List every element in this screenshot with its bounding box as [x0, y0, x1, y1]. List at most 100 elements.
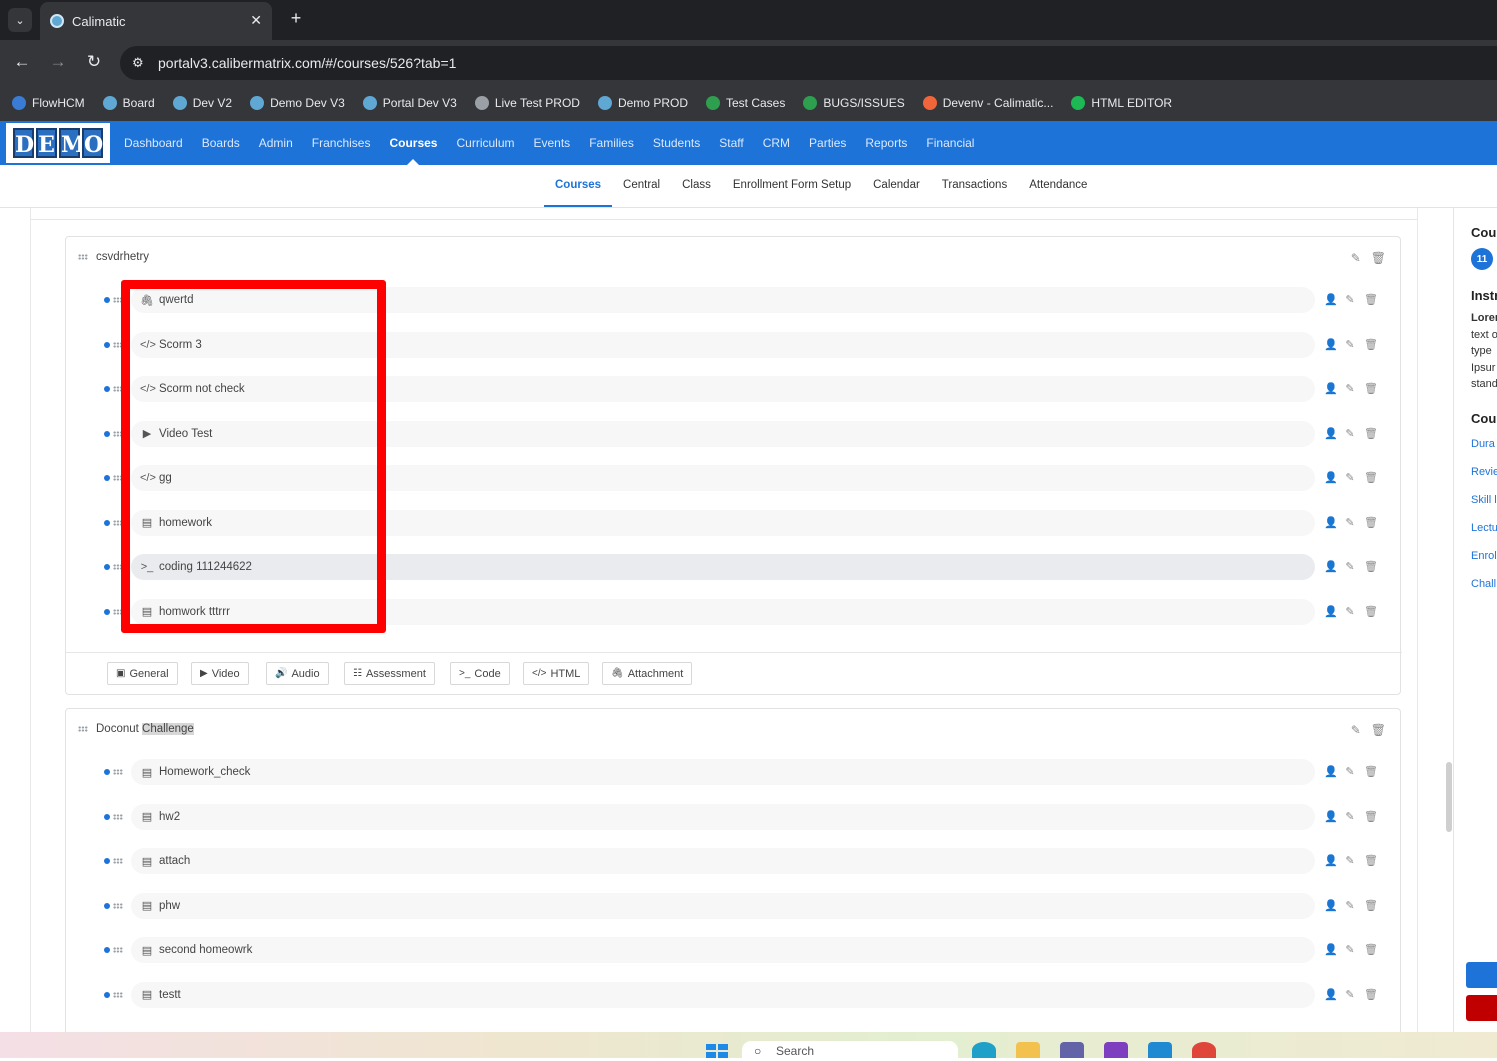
- lesson-item[interactable]: </> Scorm 3: [131, 331, 1315, 358]
- delete-icon[interactable]: 🗑: [1364, 560, 1378, 573]
- lesson-item[interactable]: 🖇 qwertd: [131, 287, 1315, 313]
- panel-link[interactable]: Dura: [1471, 438, 1495, 450]
- panel-primary-button[interactable]: [1466, 962, 1497, 988]
- nav-item-reports[interactable]: Reports: [865, 121, 907, 165]
- bookmark-9[interactable]: Devenv - Calimatic...: [922, 96, 1053, 110]
- edit-icon[interactable]: ✎: [1344, 293, 1356, 306]
- assign-user-icon[interactable]: 👤: [1324, 988, 1338, 1001]
- panel-delete-button[interactable]: [1466, 995, 1497, 1021]
- vscode-icon[interactable]: [1148, 1042, 1172, 1058]
- lesson-item[interactable]: </> gg: [131, 465, 1315, 491]
- add-attachment-button[interactable]: 🖇 Attachment: [602, 662, 693, 685]
- assign-user-icon[interactable]: 👤: [1324, 854, 1338, 867]
- drag-handle-icon[interactable]: [113, 297, 123, 303]
- lesson-item[interactable]: ▤ phw: [131, 892, 1315, 919]
- subnav-tab-central[interactable]: Central: [612, 165, 671, 207]
- delete-icon[interactable]: 🗑: [1364, 427, 1378, 440]
- edit-icon[interactable]: ✎: [1344, 382, 1356, 395]
- delete-icon[interactable]: 🗑: [1364, 810, 1378, 823]
- edit-icon[interactable]: ✎: [1344, 516, 1356, 529]
- subnav-tab-attendance[interactable]: Attendance: [1018, 165, 1098, 207]
- edit-icon[interactable]: ✎: [1344, 988, 1356, 1001]
- assign-user-icon[interactable]: 👤: [1324, 427, 1338, 440]
- assign-user-icon[interactable]: 👤: [1324, 293, 1338, 306]
- assign-user-icon[interactable]: 👤: [1324, 765, 1338, 778]
- drag-handle-icon[interactable]: [78, 254, 88, 260]
- edit-icon[interactable]: ✎: [1344, 471, 1356, 484]
- scrollbar-thumb[interactable]: [1446, 762, 1452, 832]
- delete-icon[interactable]: 🗑: [1364, 471, 1378, 484]
- subnav-tab-transactions[interactable]: Transactions: [931, 165, 1018, 207]
- nav-item-crm[interactable]: CRM: [763, 121, 790, 165]
- drag-handle-icon[interactable]: [113, 769, 123, 775]
- edit-icon[interactable]: ✎: [1351, 723, 1361, 737]
- panel-link[interactable]: Revie: [1471, 466, 1497, 478]
- edit-icon[interactable]: ✎: [1344, 338, 1356, 351]
- drag-handle-icon[interactable]: [78, 726, 88, 732]
- bookmark-2[interactable]: Dev V2: [172, 96, 232, 110]
- file-explorer-icon[interactable]: [1016, 1042, 1040, 1058]
- drag-handle-icon[interactable]: [113, 813, 123, 820]
- lesson-item[interactable]: ▤ testt: [131, 981, 1315, 1008]
- edit-icon[interactable]: ✎: [1344, 605, 1356, 618]
- nav-item-families[interactable]: Families: [589, 121, 634, 165]
- address-bar[interactable]: ⚙ portalv3.calibermatrix.com/#/courses/5…: [120, 46, 1497, 80]
- lesson-item[interactable]: >_ coding 111244622: [131, 554, 1315, 580]
- edit-icon[interactable]: ✎: [1344, 943, 1356, 956]
- edit-icon[interactable]: ✎: [1351, 251, 1361, 265]
- demo-logo[interactable]: DEMO: [6, 123, 110, 163]
- nav-item-dashboard[interactable]: Dashboard: [124, 121, 183, 165]
- subnav-tab-calendar[interactable]: Calendar: [862, 165, 931, 207]
- assign-user-icon[interactable]: 👤: [1324, 338, 1338, 351]
- nav-item-franchises[interactable]: Franchises: [312, 121, 371, 165]
- assign-user-icon[interactable]: 👤: [1324, 560, 1338, 573]
- delete-icon[interactable]: 🗑: [1364, 293, 1378, 306]
- bookmark-3[interactable]: Demo Dev V3: [250, 96, 345, 110]
- edit-icon[interactable]: ✎: [1344, 899, 1356, 912]
- chrome-icon[interactable]: [1192, 1042, 1216, 1058]
- drag-handle-icon[interactable]: [113, 430, 123, 437]
- bookmark-7[interactable]: Test Cases: [705, 96, 785, 110]
- edit-icon[interactable]: ✎: [1344, 810, 1356, 823]
- reload-icon[interactable]: ↻: [82, 50, 106, 74]
- forward-arrow-icon[interactable]: →: [46, 50, 70, 74]
- subnav-tab-courses[interactable]: Courses: [544, 165, 613, 207]
- lesson-item[interactable]: </> Scorm not check: [131, 376, 1315, 402]
- site-settings-icon[interactable]: ⚙: [132, 55, 144, 71]
- add-video-button[interactable]: ▶ Video: [191, 662, 249, 685]
- visual-studio-icon[interactable]: [1104, 1042, 1128, 1058]
- add-general-button[interactable]: ▣ General: [107, 662, 178, 685]
- back-arrow-icon[interactable]: ←: [10, 50, 34, 74]
- close-tab-icon[interactable]: ✕: [250, 12, 262, 29]
- bookmark-4[interactable]: Portal Dev V3: [362, 96, 457, 110]
- delete-icon[interactable]: 🗑: [1364, 943, 1378, 956]
- lesson-item[interactable]: ▤ attach: [131, 848, 1315, 874]
- windows-start-icon[interactable]: [706, 1044, 728, 1058]
- drag-handle-icon[interactable]: [113, 858, 123, 864]
- panel-link[interactable]: Skill l: [1471, 494, 1497, 506]
- lesson-item[interactable]: ▤ second homeowrk: [131, 937, 1315, 963]
- assign-user-icon[interactable]: 👤: [1324, 471, 1338, 484]
- drag-handle-icon[interactable]: [113, 519, 123, 526]
- drag-handle-icon[interactable]: [113, 564, 123, 570]
- assign-user-icon[interactable]: 👤: [1324, 516, 1338, 529]
- delete-icon[interactable]: 🗑: [1364, 988, 1378, 1001]
- drag-handle-icon[interactable]: [113, 902, 123, 909]
- add-audio-button[interactable]: 🔊 Audio: [266, 662, 329, 685]
- assign-user-icon[interactable]: 👤: [1324, 382, 1338, 395]
- nav-item-boards[interactable]: Boards: [202, 121, 240, 165]
- edit-icon[interactable]: ✎: [1344, 560, 1356, 573]
- edit-icon[interactable]: ✎: [1344, 854, 1356, 867]
- delete-icon[interactable]: 🗑: [1364, 605, 1378, 618]
- drag-handle-icon[interactable]: [113, 475, 123, 481]
- subnav-tab-class[interactable]: Class: [671, 165, 722, 207]
- lesson-item[interactable]: ▤ homework: [131, 509, 1315, 536]
- drag-handle-icon[interactable]: [113, 341, 123, 348]
- add-html-button[interactable]: </> HTML: [523, 662, 590, 685]
- edge-icon[interactable]: [972, 1042, 996, 1058]
- panel-link[interactable]: Enrol: [1471, 550, 1497, 562]
- delete-icon[interactable]: 🗑: [1371, 251, 1386, 265]
- assign-user-icon[interactable]: 👤: [1324, 899, 1338, 912]
- drag-handle-icon[interactable]: [113, 991, 123, 998]
- assign-user-icon[interactable]: 👤: [1324, 810, 1338, 823]
